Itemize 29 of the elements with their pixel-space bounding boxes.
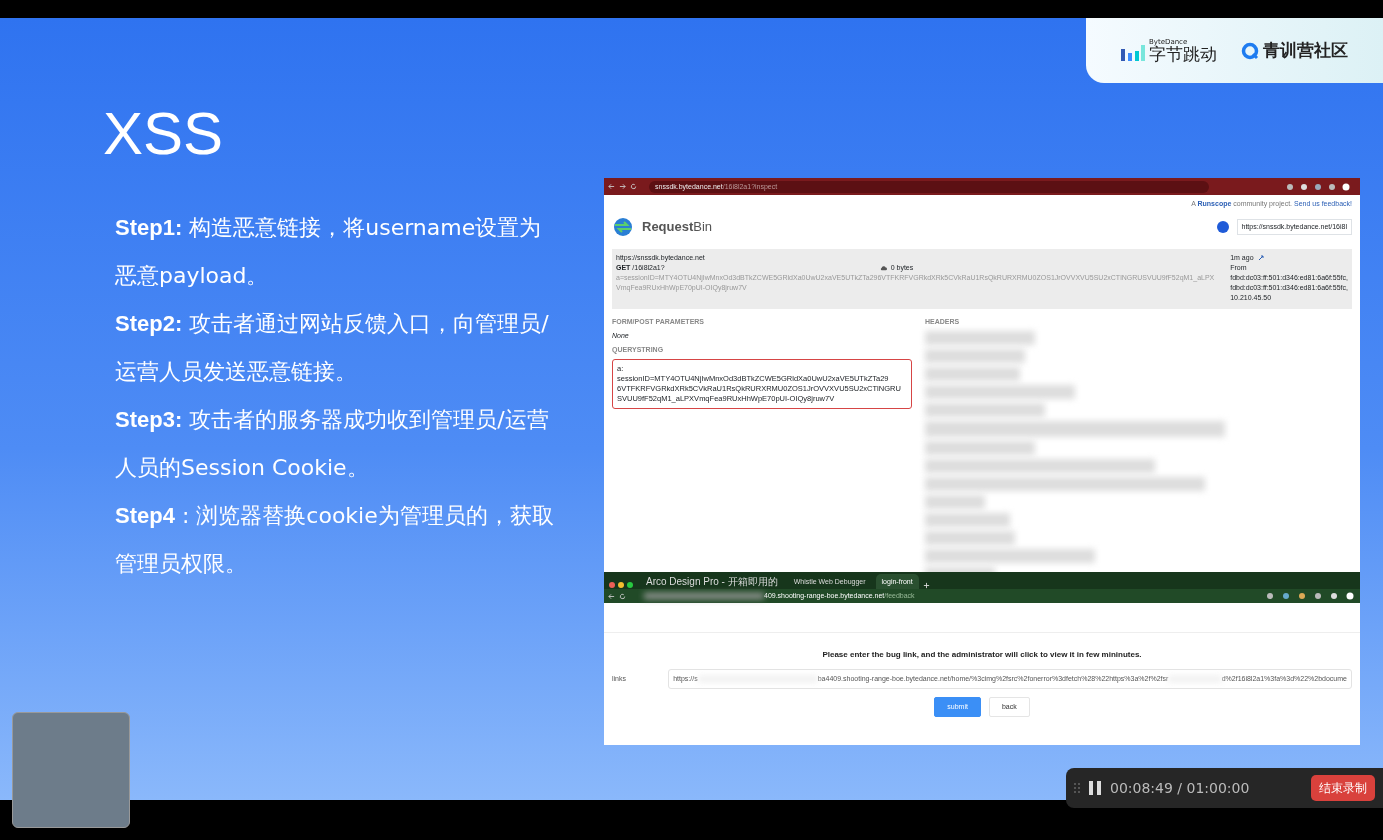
browser-tab[interactable]: Arco Design Pro - 开箱即用的 [640,574,784,589]
community-name: 青训营社区 [1263,38,1348,62]
link-icon[interactable] [1257,255,1264,261]
bytedance-logo-icon [1121,44,1145,63]
status-dot-icon [1216,221,1229,233]
brand-name: 字节跳动 [1149,45,1217,63]
community-logo-icon [1241,41,1259,60]
step-text: Step4 : 浏览器替换cookie为管理员的，获取管理员权限。 [115,502,555,578]
new-tab-icon[interactable] [922,582,930,589]
end-recording-button[interactable]: 结束录制 [1311,775,1375,801]
app-name: RequestBin [642,218,713,237]
back-icon[interactable] [608,592,615,600]
recording-time: 00:08:49 / 01:00:00 [1110,778,1250,798]
redacted-block [925,495,985,509]
reload-icon[interactable] [630,183,637,190]
drag-handle-icon[interactable] [1074,782,1080,794]
slide-title: XSS [103,104,225,164]
extension-icons[interactable] [1266,592,1356,600]
reload-icon[interactable] [619,592,626,600]
pause-icon[interactable] [1088,780,1102,796]
requestbin-logo-icon [612,217,634,237]
back-icon[interactable] [608,183,615,190]
step-text: Step1: 构造恶意链接，将username设置为恶意payload。 [115,214,543,290]
forward-icon[interactable] [619,183,626,190]
window-controls-icon[interactable] [608,581,636,589]
step-text: Step2: 攻击者通过网站反馈入口，向管理员/运营人员发送恶意链接。 [115,310,550,386]
cloud-icon [879,265,887,271]
form-prompt: Please enter the bug link, and the administrator will click to view it in few mininutes. [821,649,1143,661]
step-text: Step3: 攻击者的服务器成功收到管理员/运营人员的Session Cookie。 [115,406,550,482]
